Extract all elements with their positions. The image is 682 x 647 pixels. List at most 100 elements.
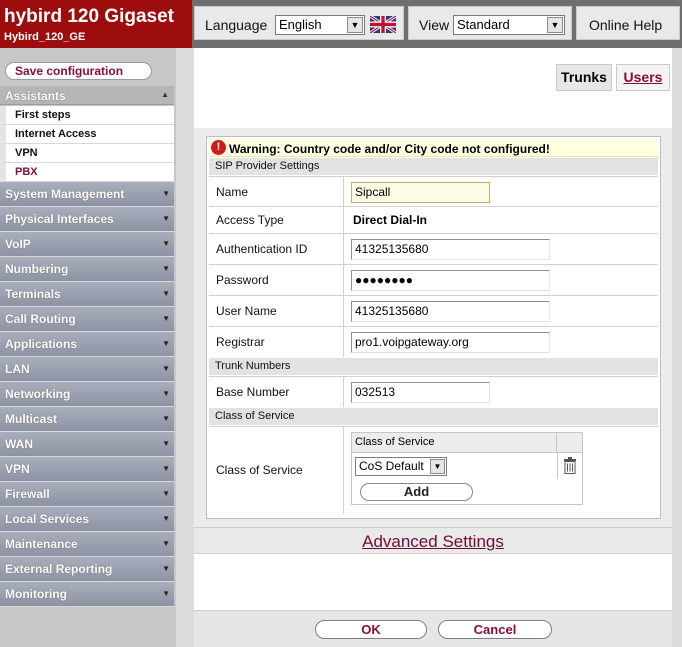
sidebar-item-vpn[interactable]: VPN ▼ (0, 457, 174, 482)
sidebar-item-multicast[interactable]: Multicast ▼ (0, 407, 174, 432)
chevron-up-icon: ▲ (161, 90, 169, 99)
sidebar-item-label: Multicast (5, 412, 58, 426)
access-type-label: Access Type (216, 213, 284, 227)
chevron-down-icon[interactable]: ▼ (547, 17, 563, 33)
view-select-value: Standard (457, 17, 510, 32)
chevron-down-icon: ▼ (162, 389, 170, 398)
submenu-item-pbx[interactable]: PBX (0, 163, 174, 182)
sidebar-item-label: VPN (5, 462, 30, 476)
sidebar-item-system-management[interactable]: System Management ▼ (0, 182, 174, 207)
chevron-down-icon: ▼ (162, 289, 170, 298)
sidebar-item-label: Local Services (5, 512, 90, 526)
registrar-label: Registrar (216, 335, 265, 349)
user-name-field[interactable]: 41325135680 (351, 301, 550, 322)
language-label: Language (205, 17, 268, 33)
warning-banner: ! Warning: Country code and/or City code… (209, 139, 658, 157)
row-password: Password ●●●●●●●● (209, 264, 658, 295)
chevron-down-icon: ▼ (162, 489, 170, 498)
row-authentication-id: Authentication ID 41325135680 (209, 233, 658, 264)
sidebar-item-terminals[interactable]: Terminals ▼ (0, 282, 174, 307)
sidebar-item-firewall[interactable]: Firewall ▼ (0, 482, 174, 507)
class-of-service-table: Class of Service CoS Default ▼ Add (351, 432, 583, 505)
uk-flag-icon[interactable] (370, 16, 396, 33)
view-label: View (419, 17, 450, 33)
sidebar-item-label: Networking (5, 387, 71, 401)
section-header-class-of-service: Class of Service (209, 408, 658, 425)
sidebar-item-maintenance[interactable]: Maintenance ▼ (0, 532, 174, 557)
row-access-type: Access Type Direct Dial-In (209, 206, 658, 233)
sidebar-item-label: LAN (5, 362, 30, 376)
sidebar-item-assistants[interactable]: Assistants ▲ (0, 86, 174, 105)
ok-button[interactable]: OK (315, 620, 427, 639)
sidebar-item-voip[interactable]: VoIP ▼ (0, 232, 174, 257)
warning-icon: ! (211, 140, 226, 155)
sidebar-item-label: External Reporting (5, 562, 113, 576)
sidebar-item-lan[interactable]: LAN ▼ (0, 357, 174, 382)
class-of-service-column-header: Class of Service (352, 433, 557, 453)
sidebar-item-monitoring[interactable]: Monitoring ▼ (0, 582, 174, 607)
sidebar-item-physical-interfaces[interactable]: Physical Interfaces ▼ (0, 207, 174, 232)
advanced-settings-link[interactable]: Advanced Settings (194, 532, 672, 552)
form-footer: OK Cancel (194, 610, 672, 647)
trash-icon[interactable] (563, 457, 577, 474)
chevron-down-icon: ▼ (162, 239, 170, 248)
sidebar-item-call-routing[interactable]: Call Routing ▼ (0, 307, 174, 332)
password-label: Password (216, 273, 269, 287)
chevron-down-icon: ▼ (162, 464, 170, 473)
submenu-item-first-steps[interactable]: First steps (0, 106, 174, 125)
row-user-name: User Name 41325135680 (209, 295, 658, 326)
user-name-label: User Name (216, 304, 277, 318)
authentication-id-field[interactable]: 41325135680 (351, 239, 550, 260)
class-of-service-select-value: CoS Default (359, 459, 424, 473)
language-select-value: English (279, 17, 322, 32)
access-type-value: Direct Dial-In (353, 213, 428, 227)
form-panel: ! Warning: Country code and/or City code… (194, 128, 672, 550)
class-of-service-select[interactable]: CoS Default ▼ (355, 457, 447, 476)
online-help-box[interactable]: Online Help (576, 6, 680, 40)
language-select[interactable]: English ▼ (275, 15, 365, 35)
chevron-down-icon: ▼ (162, 339, 170, 348)
main-area: Trunks Users ! Warning: Country code and… (176, 48, 682, 647)
name-field[interactable]: Sipcall (351, 182, 490, 203)
brand-block: hybird 120 Gigaset Hybird_120_GE (0, 0, 192, 48)
submenu-item-internet-access[interactable]: Internet Access (0, 125, 174, 144)
sidebar-item-applications[interactable]: Applications ▼ (0, 332, 174, 357)
chevron-down-icon: ▼ (162, 589, 170, 598)
row-name: Name Sipcall (209, 176, 658, 206)
sidebar-item-numbering[interactable]: Numbering ▼ (0, 257, 174, 282)
base-number-field[interactable]: 032513 (351, 382, 490, 403)
advanced-settings-bar: Advanced Settings (194, 527, 672, 554)
sidebar-item-label: Terminals (5, 287, 61, 301)
sidebar-item-external-reporting[interactable]: External Reporting ▼ (0, 557, 174, 582)
chevron-down-icon: ▼ (162, 564, 170, 573)
registrar-field[interactable]: pro1.voipgateway.org (351, 332, 550, 353)
language-box: Language English ▼ (194, 6, 404, 40)
chevron-down-icon: ▼ (162, 514, 170, 523)
sidebar-item-local-services[interactable]: Local Services ▼ (0, 507, 174, 532)
submenu-item-vpn[interactable]: VPN (0, 144, 174, 163)
base-number-label: Base Number (216, 385, 290, 399)
chevron-down-icon: ▼ (162, 364, 170, 373)
save-configuration-button[interactable]: Save configuration (5, 62, 152, 80)
tab-trunks[interactable]: Trunks (556, 64, 612, 91)
sidebar-item-wan[interactable]: WAN ▼ (0, 432, 174, 457)
sidebar-item-label: Applications (5, 337, 78, 351)
chevron-down-icon[interactable]: ▼ (347, 17, 363, 33)
chevron-down-icon: ▼ (162, 539, 170, 548)
row-registrar: Registrar pro1.voipgateway.org (209, 326, 658, 357)
cancel-button[interactable]: Cancel (438, 620, 552, 639)
header-bar: hybird 120 Gigaset Hybird_120_GE Languag… (0, 0, 682, 48)
row-class-of-service: Class of Service Class of Service CoS De… (209, 426, 658, 514)
online-help-link[interactable]: Online Help (589, 17, 662, 33)
section-header-trunk-numbers: Trunk Numbers (209, 358, 658, 375)
sidebar-item-label: Maintenance (5, 537, 78, 551)
password-field[interactable]: ●●●●●●●● (351, 270, 550, 291)
sidebar-item-networking[interactable]: Networking ▼ (0, 382, 174, 407)
chevron-down-icon[interactable]: ▼ (430, 459, 445, 474)
tab-users[interactable]: Users (616, 64, 670, 91)
add-button[interactable]: Add (360, 483, 473, 501)
view-select[interactable]: Standard ▼ (453, 15, 565, 35)
chevron-down-icon: ▼ (162, 314, 170, 323)
section-header-sip-provider: SIP Provider Settings (209, 158, 658, 175)
warning-text: Warning: Country code and/or City code n… (229, 142, 550, 156)
